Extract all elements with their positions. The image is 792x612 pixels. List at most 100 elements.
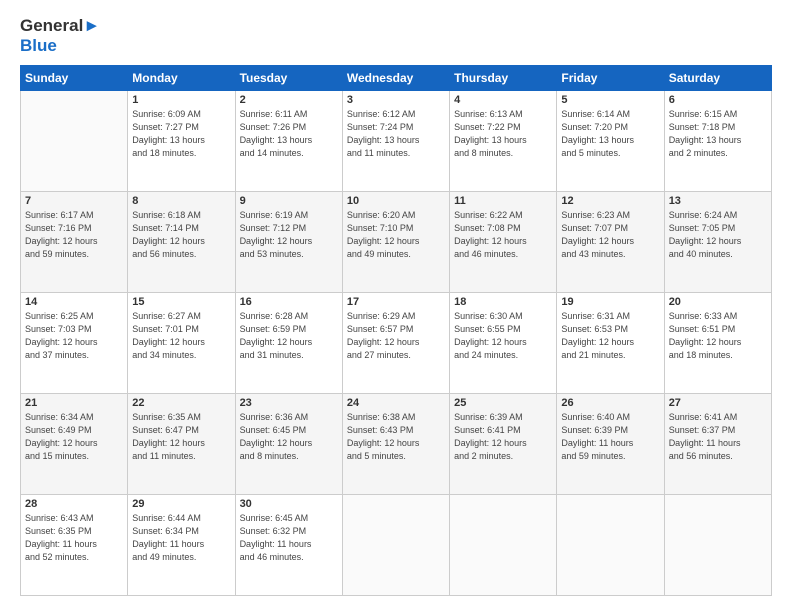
- calendar-table: SundayMondayTuesdayWednesdayThursdayFrid…: [20, 65, 772, 596]
- header: General► Blue: [20, 16, 772, 55]
- calendar-cell: 15 Sunrise: 6:27 AMSunset: 7:01 PMDayligh…: [128, 293, 235, 394]
- day-number: 15: [132, 296, 230, 308]
- day-info: Sunrise: 6:40 AMSunset: 6:39 PMDaylight:…: [561, 411, 659, 463]
- calendar-header-tuesday: Tuesday: [235, 66, 342, 91]
- calendar-week-row: 1Sunrise: 6:09 AMSunset: 7:27 PMDaylight…: [21, 91, 772, 192]
- day-info: Sunrise: 6:44 AMSunset: 6:34 PMDaylight:…: [132, 512, 230, 564]
- day-info: Sunrise: 6:17 AMSunset: 7:16 PMDaylight:…: [25, 209, 123, 261]
- day-info: Sunrise: 6:29 AMSunset: 6:57 PMDaylight:…: [347, 310, 445, 362]
- calendar-cell: 11 Sunrise: 6:22 AMSunset: 7:08 PMDayligh…: [450, 192, 557, 293]
- day-number: 12: [561, 195, 659, 207]
- day-info: Sunrise: 6:45 AMSunset: 6:32 PMDaylight:…: [240, 512, 338, 564]
- day-info: Sunrise: 6:43 AMSunset: 6:35 PMDaylight:…: [25, 512, 123, 564]
- calendar-header-monday: Monday: [128, 66, 235, 91]
- calendar-cell: 9 Sunrise: 6:19 AMSunset: 7:12 PMDaylight…: [235, 192, 342, 293]
- calendar-cell: 30 Sunrise: 6:45 AMSunset: 6:32 PMDayligh…: [235, 494, 342, 595]
- day-number: 22: [132, 397, 230, 409]
- day-number: 17: [347, 296, 445, 308]
- calendar-cell: 20 Sunrise: 6:33 AMSunset: 6:51 PMDayligh…: [664, 293, 771, 394]
- day-number: 16: [240, 296, 338, 308]
- day-info: Sunrise: 6:35 AMSunset: 6:47 PMDaylight:…: [132, 411, 230, 463]
- day-info: Sunrise: 6:19 AMSunset: 7:12 PMDaylight:…: [240, 209, 338, 261]
- calendar-cell: 26 Sunrise: 6:40 AMSunset: 6:39 PMDayligh…: [557, 394, 664, 495]
- day-info: Sunrise: 6:31 AMSunset: 6:53 PMDaylight:…: [561, 310, 659, 362]
- calendar-cell: 21Sunrise: 6:34 AMSunset: 6:49 PMDayligh…: [21, 394, 128, 495]
- logo: General► Blue: [20, 16, 100, 55]
- day-number: 3: [347, 94, 445, 106]
- calendar-cell: 28 Sunrise: 6:43 AMSunset: 6:35 PMDayligh…: [21, 494, 128, 595]
- day-info: Sunrise: 6:38 AMSunset: 6:43 PMDaylight:…: [347, 411, 445, 463]
- calendar-cell: 22 Sunrise: 6:35 AMSunset: 6:47 PMDayligh…: [128, 394, 235, 495]
- day-number: 24: [347, 397, 445, 409]
- day-info: Sunrise: 6:28 AMSunset: 6:59 PMDaylight:…: [240, 310, 338, 362]
- day-number: 11: [454, 195, 552, 207]
- calendar-cell: 25Sunrise: 6:39 AMSunset: 6:41 PMDayligh…: [450, 394, 557, 495]
- day-info: Sunrise: 6:25 AMSunset: 7:03 PMDaylight:…: [25, 310, 123, 362]
- day-number: 7: [25, 195, 123, 207]
- day-number: 28: [25, 498, 123, 510]
- calendar-cell: 1Sunrise: 6:09 AMSunset: 7:27 PMDaylight…: [128, 91, 235, 192]
- day-info: Sunrise: 6:23 AMSunset: 7:07 PMDaylight:…: [561, 209, 659, 261]
- calendar-cell: 23 Sunrise: 6:36 AMSunset: 6:45 PMDayligh…: [235, 394, 342, 495]
- calendar-cell: 10Sunrise: 6:20 AMSunset: 7:10 PMDayligh…: [342, 192, 449, 293]
- day-number: 14: [25, 296, 123, 308]
- day-info: Sunrise: 6:24 AMSunset: 7:05 PMDaylight:…: [669, 209, 767, 261]
- logo-line1: General►: [20, 16, 100, 36]
- day-number: 5: [561, 94, 659, 106]
- calendar-cell: 12 Sunrise: 6:23 AMSunset: 7:07 PMDayligh…: [557, 192, 664, 293]
- day-info: Sunrise: 6:11 AMSunset: 7:26 PMDaylight:…: [240, 108, 338, 160]
- day-info: Sunrise: 6:36 AMSunset: 6:45 PMDaylight:…: [240, 411, 338, 463]
- day-info: Sunrise: 6:18 AMSunset: 7:14 PMDaylight:…: [132, 209, 230, 261]
- day-info: Sunrise: 6:12 AMSunset: 7:24 PMDaylight:…: [347, 108, 445, 160]
- calendar-cell: [21, 91, 128, 192]
- calendar-cell: 7 Sunrise: 6:17 AMSunset: 7:16 PMDaylight…: [21, 192, 128, 293]
- day-info: Sunrise: 6:13 AMSunset: 7:22 PMDaylight:…: [454, 108, 552, 160]
- calendar-header-saturday: Saturday: [664, 66, 771, 91]
- calendar-cell: 2Sunrise: 6:11 AMSunset: 7:26 PMDaylight…: [235, 91, 342, 192]
- day-info: Sunrise: 6:14 AMSunset: 7:20 PMDaylight:…: [561, 108, 659, 160]
- day-number: 13: [669, 195, 767, 207]
- day-number: 4: [454, 94, 552, 106]
- calendar-header-row: SundayMondayTuesdayWednesdayThursdayFrid…: [21, 66, 772, 91]
- day-number: 26: [561, 397, 659, 409]
- calendar-header-thursday: Thursday: [450, 66, 557, 91]
- calendar-cell: 27Sunrise: 6:41 AMSunset: 6:37 PMDayligh…: [664, 394, 771, 495]
- day-number: 29: [132, 498, 230, 510]
- calendar-cell: 16 Sunrise: 6:28 AMSunset: 6:59 PMDayligh…: [235, 293, 342, 394]
- calendar-header-friday: Friday: [557, 66, 664, 91]
- day-info: Sunrise: 6:33 AMSunset: 6:51 PMDaylight:…: [669, 310, 767, 362]
- calendar-cell: [342, 494, 449, 595]
- calendar-week-row: 14 Sunrise: 6:25 AMSunset: 7:03 PMDayligh…: [21, 293, 772, 394]
- day-number: 20: [669, 296, 767, 308]
- day-info: Sunrise: 6:09 AMSunset: 7:27 PMDaylight:…: [132, 108, 230, 160]
- day-number: 18: [454, 296, 552, 308]
- day-info: Sunrise: 6:22 AMSunset: 7:08 PMDaylight:…: [454, 209, 552, 261]
- day-number: 23: [240, 397, 338, 409]
- calendar-cell: 17 Sunrise: 6:29 AMSunset: 6:57 PMDayligh…: [342, 293, 449, 394]
- day-info: Sunrise: 6:27 AMSunset: 7:01 PMDaylight:…: [132, 310, 230, 362]
- calendar-cell: 18 Sunrise: 6:30 AMSunset: 6:55 PMDayligh…: [450, 293, 557, 394]
- calendar-header-sunday: Sunday: [21, 66, 128, 91]
- page: General► Blue SundayMondayTuesdayWednesd…: [0, 0, 792, 612]
- calendar-cell: 3 Sunrise: 6:12 AMSunset: 7:24 PMDaylight…: [342, 91, 449, 192]
- day-info: Sunrise: 6:15 AMSunset: 7:18 PMDaylight:…: [669, 108, 767, 160]
- calendar-cell: 13 Sunrise: 6:24 AMSunset: 7:05 PMDayligh…: [664, 192, 771, 293]
- calendar-cell: 4 Sunrise: 6:13 AMSunset: 7:22 PMDaylight…: [450, 91, 557, 192]
- day-info: Sunrise: 6:30 AMSunset: 6:55 PMDaylight:…: [454, 310, 552, 362]
- calendar-cell: [664, 494, 771, 595]
- calendar-cell: 14 Sunrise: 6:25 AMSunset: 7:03 PMDayligh…: [21, 293, 128, 394]
- day-number: 8: [132, 195, 230, 207]
- calendar-header-wednesday: Wednesday: [342, 66, 449, 91]
- day-number: 27: [669, 397, 767, 409]
- day-number: 21: [25, 397, 123, 409]
- calendar-cell: 8 Sunrise: 6:18 AMSunset: 7:14 PMDaylight…: [128, 192, 235, 293]
- calendar-cell: 29 Sunrise: 6:44 AMSunset: 6:34 PMDayligh…: [128, 494, 235, 595]
- day-info: Sunrise: 6:39 AMSunset: 6:41 PMDaylight:…: [454, 411, 552, 463]
- calendar-cell: [450, 494, 557, 595]
- logo-line2: Blue: [20, 36, 100, 56]
- day-number: 6: [669, 94, 767, 106]
- day-number: 30: [240, 498, 338, 510]
- day-number: 9: [240, 195, 338, 207]
- calendar-cell: 5 Sunrise: 6:14 AMSunset: 7:20 PMDaylight…: [557, 91, 664, 192]
- day-number: 10: [347, 195, 445, 207]
